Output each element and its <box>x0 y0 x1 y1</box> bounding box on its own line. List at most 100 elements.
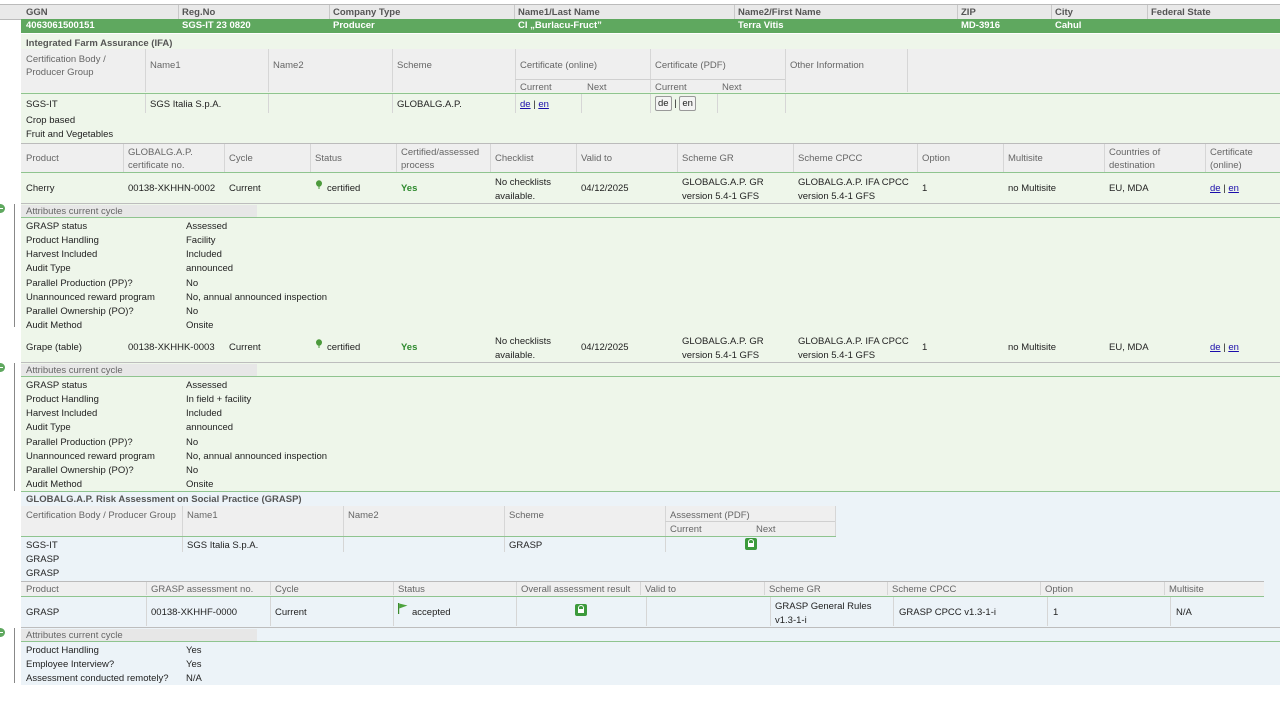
product-checklist: No checklists available. <box>495 177 551 202</box>
product-scheme-gr: GLOBALG.A.P. GR version 5.4-1 GFS <box>682 336 764 361</box>
product-scheme-cpcc: GLOBALG.A.P. IFA CPCC version 5.4-1 GFS <box>798 177 909 202</box>
grasp-col-current: Current <box>670 524 702 535</box>
grasp-col-cert-body: Certification Body / Producer Group <box>26 510 176 521</box>
attr-label: Parallel Ownership (PO)? <box>26 465 134 476</box>
grasp-col-assess-no: GRASP assessment no. <box>151 584 254 595</box>
attr-label: Parallel Production (PP)? <box>26 278 133 289</box>
col-online-next: Next <box>587 82 607 93</box>
cert-scheme-value: GLOBALG.A.P. <box>397 99 462 110</box>
attr-value: announced <box>186 422 234 433</box>
attr-value: Yes <box>186 659 202 670</box>
col-pdf-current: Current <box>655 82 687 93</box>
col-product: Product <box>26 153 59 164</box>
attr-label: Product Handling <box>26 394 99 405</box>
product-cert-en-link[interactable]: en <box>1228 342 1239 353</box>
grasp-col-next: Next <box>756 524 776 535</box>
product-option: 1 <box>922 342 928 353</box>
cert-pdf-en-button[interactable]: en <box>679 96 696 111</box>
attr-value: No, annual announced inspection <box>186 292 328 303</box>
product-multisite: no Multisite <box>1008 342 1057 353</box>
product-scheme-gr: GLOBALG.A.P. GR version 5.4-1 GFS <box>682 177 764 202</box>
lock-icon[interactable] <box>745 538 757 550</box>
grasp-col-valid-to: Valid to <box>645 584 676 595</box>
grasp-assess-no: 00138-XKHHF-0000 <box>151 607 238 618</box>
header-company-type[interactable]: Company Type <box>333 7 400 18</box>
grasp-col-name2: Name2 <box>348 510 379 521</box>
grasp-col-overall: Overall assessment result <box>521 584 631 595</box>
header-city[interactable]: City <box>1055 7 1073 18</box>
attr-value: Onsite <box>186 479 214 490</box>
cert-online-de-link[interactable]: de <box>520 99 531 110</box>
header-zip[interactable]: ZIP <box>961 7 976 18</box>
col-certificate: Certificate (online) <box>1210 147 1253 171</box>
attr-value: Included <box>186 249 222 260</box>
flag-icon <box>398 603 408 614</box>
header-name2[interactable]: Name2/First Name <box>738 7 821 18</box>
attr-label: Product Handling <box>26 645 99 656</box>
attr-label: Employee Interview? <box>26 659 115 670</box>
attr-label: Harvest Included <box>26 249 98 260</box>
product-cert-en-link[interactable]: en <box>1228 183 1239 194</box>
attr-value: Onsite <box>186 320 214 331</box>
producer-row[interactable]: 4063061500151 SGS-IT 23 0820 Producer CI… <box>21 19 1280 33</box>
product-cycle: Current <box>229 342 261 353</box>
attr-label: Parallel Production (PP)? <box>26 437 133 448</box>
minus-circle-icon[interactable] <box>0 204 5 213</box>
grasp-scheme-value: GRASP <box>509 540 543 551</box>
minus-circle-icon[interactable] <box>0 363 5 372</box>
product-cert-de-link[interactable]: de <box>1210 183 1221 194</box>
cert-pdf-de-button[interactable]: de <box>655 96 672 111</box>
attr-label: Harvest Included <box>26 408 98 419</box>
grasp-col-status: Status <box>398 584 425 595</box>
attr-label: Parallel Ownership (PO)? <box>26 306 134 317</box>
minus-circle-icon[interactable] <box>0 628 5 637</box>
grasp-sub-label: GRASP <box>26 554 60 565</box>
header-reg-no[interactable]: Reg.No <box>182 7 215 18</box>
product-option: 1 <box>922 183 928 194</box>
grasp-col-cycle: Cycle <box>275 584 299 595</box>
grasp-section-title: GLOBALG.A.P. Risk Assessment on Social P… <box>26 494 302 505</box>
header-name1[interactable]: Name1/Last Name <box>518 7 600 18</box>
product-countries: EU, MDA <box>1109 183 1149 194</box>
cert-online-en-link[interactable]: en <box>538 99 549 110</box>
lock-icon[interactable] <box>575 604 587 616</box>
col-name2: Name2 <box>273 60 304 71</box>
grasp-sub-label-2: GRASP <box>26 568 60 579</box>
separator: | <box>674 98 677 109</box>
attr-value: Facility <box>186 235 216 246</box>
col-valid-to: Valid to <box>581 153 612 164</box>
attr-label: Unannounced reward program <box>26 451 155 462</box>
separator: | <box>1223 342 1226 353</box>
product-cert-de-link[interactable]: de <box>1210 342 1221 353</box>
grasp-attr-title: Attributes current cycle <box>26 630 123 641</box>
leaf-icon <box>316 180 322 189</box>
name2-value: Terra Vitis <box>738 20 784 31</box>
tree-line <box>14 204 15 327</box>
attr-title: Attributes current cycle <box>26 365 123 376</box>
col-cert-pdf: Certificate (PDF) <box>655 60 726 71</box>
attr-label: GRASP status <box>26 221 88 232</box>
zip-value: MD-3916 <box>961 20 1001 31</box>
ifa-section-title: Integrated Farm Assurance (IFA) <box>26 38 173 49</box>
header-federal-state[interactable]: Federal State <box>1151 7 1211 18</box>
leaf-icon <box>316 339 322 348</box>
product-valid-to: 04/12/2025 <box>581 342 629 353</box>
product-valid-to: 04/12/2025 <box>581 183 629 194</box>
product-scheme-cpcc: GLOBALG.A.P. IFA CPCC version 5.4-1 GFS <box>798 336 909 361</box>
attr-label: Product Handling <box>26 235 99 246</box>
product-status: certified <box>327 342 361 353</box>
product-status: certified <box>327 183 361 194</box>
grasp-col-scheme: Scheme <box>509 510 544 521</box>
ggn-value: 4063061500151 <box>26 20 95 31</box>
attr-value: No <box>186 437 199 448</box>
col-option: Option <box>922 153 950 164</box>
product-name: Cherry <box>26 183 55 194</box>
attr-value: Assessed <box>186 380 228 391</box>
city-value: Cahul <box>1055 20 1082 31</box>
attr-label: Assessment conducted remotely? <box>26 673 169 684</box>
product-cert-no: 00138-XKHHN-0002 <box>128 183 216 194</box>
attr-value: No <box>186 465 199 476</box>
header-ggn[interactable]: GGN <box>26 7 48 18</box>
attr-label: GRASP status <box>26 380 88 391</box>
attr-value: Included <box>186 408 222 419</box>
